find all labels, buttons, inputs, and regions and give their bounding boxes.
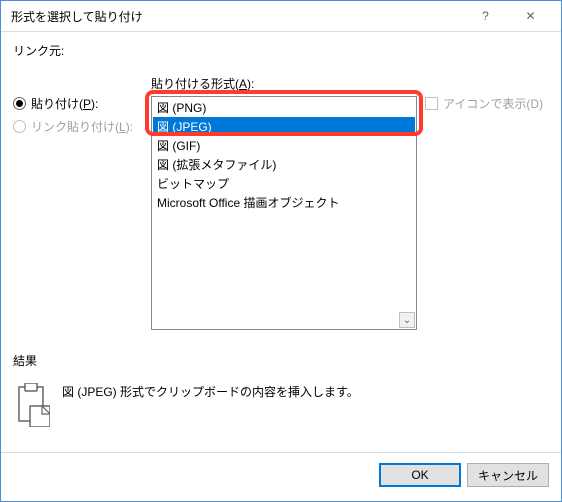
list-item[interactable]: ビットマップ <box>153 174 415 193</box>
dialog-title: 形式を選択して貼り付け <box>11 8 463 25</box>
close-icon: ✕ <box>525 9 535 23</box>
result-text: 図 (JPEG) 形式でクリップボードの内容を挿入します。 <box>62 377 359 400</box>
cancel-button-label: キャンセル <box>478 467 538 484</box>
radio-paste[interactable]: 貼り付け(P): <box>13 95 143 112</box>
radio-paste-label: 貼り付け(P): <box>31 95 98 112</box>
ok-button[interactable]: OK <box>379 463 461 487</box>
format-column: 貼り付ける形式(A): 図 (PNG) 図 (JPEG) 図 (GIF) 図 (… <box>151 75 417 330</box>
icon-display-label: アイコンで表示(D) <box>443 95 543 112</box>
result-section: 結果 図 (JPEG) 形式でクリップボードの内容を挿入します。 <box>13 352 545 427</box>
checkbox-icon <box>425 97 438 110</box>
result-body: 図 (JPEG) 形式でクリップボードの内容を挿入します。 <box>13 377 545 427</box>
radio-dot-icon <box>13 97 26 110</box>
list-item[interactable]: 図 (拡張メタファイル) <box>153 155 415 174</box>
list-item[interactable]: 図 (JPEG) <box>153 117 415 136</box>
help-icon: ? <box>482 9 489 23</box>
dialog-content: リンク元: 貼り付け(P): リンク貼り付け(L): 貼り付ける形式(A): 図… <box>1 32 561 452</box>
format-listbox[interactable]: 図 (PNG) 図 (JPEG) 図 (GIF) 図 (拡張メタファイル) ビッ… <box>151 96 417 330</box>
icon-display-checkbox: アイコンで表示(D) <box>425 95 545 112</box>
list-item[interactable]: 図 (PNG) <box>153 98 415 117</box>
close-button[interactable]: ✕ <box>508 1 553 32</box>
radio-group: 貼り付け(P): リンク貼り付け(L): <box>13 75 143 330</box>
cancel-button[interactable]: キャンセル <box>467 463 549 487</box>
ok-button-label: OK <box>411 468 428 482</box>
help-button[interactable]: ? <box>463 1 508 32</box>
list-item[interactable]: 図 (GIF) <box>153 136 415 155</box>
titlebar: 形式を選択して貼り付け ? ✕ <box>1 1 561 32</box>
clipboard-icon <box>15 383 50 427</box>
radio-paste-link-label: リンク貼り付け(L): <box>31 118 133 135</box>
scroll-down-icon[interactable]: ⌄ <box>399 312 415 328</box>
format-listbox-wrap: 図 (PNG) 図 (JPEG) 図 (GIF) 図 (拡張メタファイル) ビッ… <box>151 96 417 330</box>
right-column: アイコンで表示(D) <box>425 75 545 330</box>
result-label: 結果 <box>13 352 545 369</box>
source-label: リンク元: <box>13 42 545 59</box>
dialog-footer: OK キャンセル <box>1 452 561 501</box>
main-row: 貼り付け(P): リンク貼り付け(L): 貼り付ける形式(A): 図 (PNG)… <box>13 75 545 330</box>
list-item[interactable]: Microsoft Office 描画オブジェクト <box>153 193 415 212</box>
format-list-label: 貼り付ける形式(A): <box>151 75 417 92</box>
radio-paste-link: リンク貼り付け(L): <box>13 118 143 135</box>
radio-dot-icon <box>13 120 26 133</box>
